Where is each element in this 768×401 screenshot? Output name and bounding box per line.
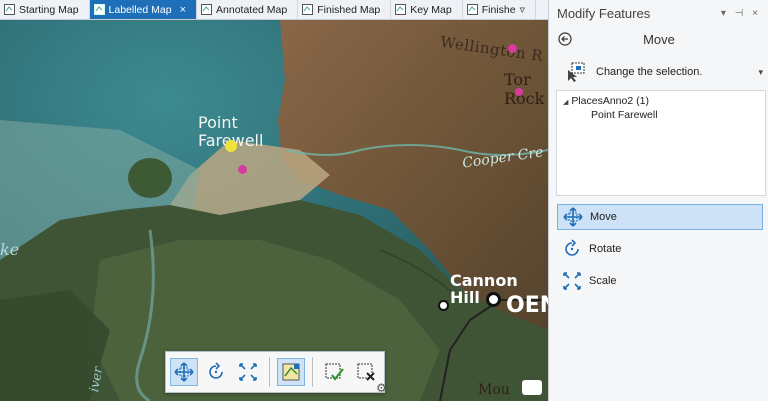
move-button[interactable] [170, 358, 198, 386]
tab-label: Annotated Map [216, 3, 288, 16]
map-icon [395, 4, 407, 15]
scale-tool[interactable]: Scale [557, 268, 763, 294]
tab-finished-map[interactable]: Finished Map [298, 0, 392, 19]
label-oen: OEN [506, 293, 548, 318]
rotate-icon [209, 362, 223, 379]
tree-feature-node[interactable]: Point Farewell [591, 109, 658, 121]
scale-button[interactable] [234, 358, 262, 386]
tab-annotated-map[interactable]: Annotated Map [197, 0, 299, 19]
tab-starting-map[interactable]: Starting Map [0, 0, 90, 19]
rotate-tool-label: Rotate [589, 243, 622, 255]
chevron-down-icon: ▾ [758, 66, 763, 77]
toolbar-separator [312, 357, 313, 387]
tab-overflow-icon[interactable]: ▿ [520, 4, 525, 16]
place-marker[interactable] [515, 88, 523, 96]
label-ke: ke [0, 240, 20, 259]
tab-label: Labelled Map [108, 3, 172, 16]
tab-label: Finishe [481, 3, 516, 16]
tab-finished-overflow[interactable]: Finishe ▿ [463, 0, 536, 19]
move-icon [562, 206, 584, 228]
toolbar-settings-icon[interactable]: ⚙ [376, 381, 387, 395]
cancel-x-icon [357, 363, 375, 381]
tab-label: Key Map [410, 3, 452, 16]
tab-labelled-map[interactable]: Labelled Map × [89, 0, 198, 19]
label-mount: Mou [478, 382, 510, 398]
tree-layer-node[interactable]: ◢ PlacesAnno2 (1) [563, 95, 649, 107]
pane-header: Modify Features ▾ ⊣ × [549, 0, 768, 26]
move-icon [174, 362, 194, 382]
scale-icon [239, 363, 257, 381]
select-features-icon [568, 62, 585, 82]
map-view[interactable]: Starting Map Labelled Map × Annotated Ma… [0, 0, 548, 401]
close-icon[interactable]: × [180, 4, 186, 16]
pane-title: Modify Features [557, 5, 651, 21]
pane-window-buttons[interactable]: ▾ ⊣ × [721, 8, 761, 19]
rotate-icon [561, 238, 583, 260]
vertex-edit-button[interactable] [277, 358, 305, 386]
map-tab-bar: Starting Map Labelled Map × Annotated Ma… [0, 0, 548, 20]
modify-features-pane: Modify Features ▾ ⊣ × Move Change the se… [548, 0, 768, 401]
finish-button[interactable] [320, 358, 348, 386]
selection-tree: ◢ PlacesAnno2 (1) Point Farewell [556, 90, 766, 196]
toolbar-separator [269, 357, 270, 387]
tool-nav: Move [549, 26, 768, 52]
scale-tool-label: Scale [589, 275, 617, 287]
map-icon [466, 4, 478, 15]
tool-title: Move [643, 32, 675, 47]
selection-label: Change the selection. [596, 66, 703, 78]
map-icon [4, 4, 15, 15]
tab-label: Finished Map [317, 3, 381, 16]
rotate-button[interactable] [202, 358, 230, 386]
selection-anchor-marker[interactable] [225, 140, 237, 152]
scale-icon [561, 270, 583, 292]
change-selection-dropdown[interactable]: Change the selection. ▾ [566, 60, 763, 84]
move-on-map-toolbar [165, 351, 385, 393]
place-marker[interactable] [508, 44, 517, 53]
finish-check-icon [325, 363, 344, 381]
satellite-imagery [0, 0, 548, 401]
edit-vertices-icon [282, 363, 300, 381]
place-marker[interactable] [486, 292, 501, 307]
expander-icon[interactable]: ◢ [563, 99, 568, 106]
label-tor-rock: Tor Rock [504, 70, 545, 108]
rotate-tool[interactable]: Rotate [557, 236, 763, 262]
place-marker[interactable] [438, 300, 449, 311]
place-marker[interactable] [238, 165, 247, 174]
map-icon [93, 4, 105, 15]
tab-key-map[interactable]: Key Map [391, 0, 463, 19]
tree-layer-label: PlacesAnno2 (1) [571, 95, 649, 107]
tab-label: Starting Map [19, 3, 79, 16]
feedback-icon[interactable] [522, 380, 542, 395]
move-tool-label: Move [590, 211, 617, 223]
map-icon [201, 4, 213, 15]
move-tool[interactable]: Move [557, 204, 763, 230]
map-icon [302, 4, 314, 15]
